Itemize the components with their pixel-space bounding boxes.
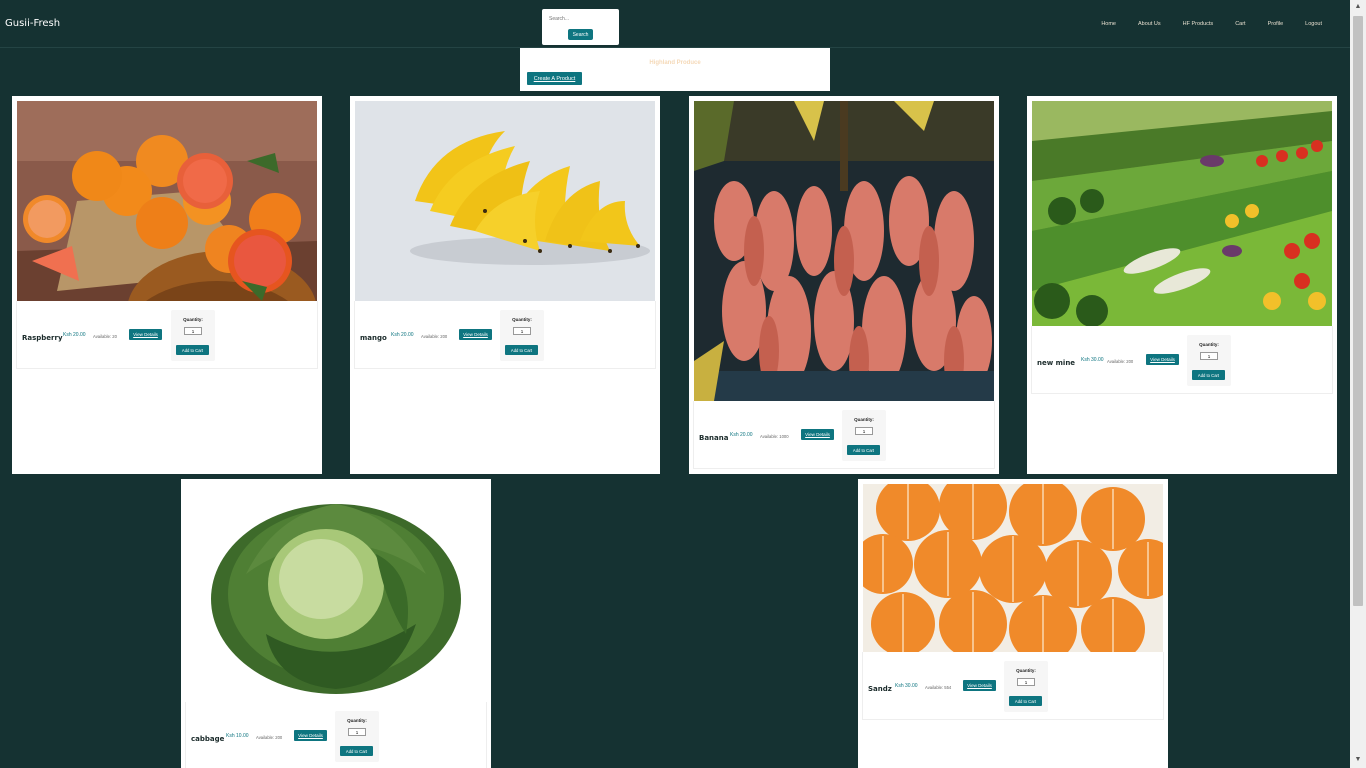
product-image <box>1032 101 1332 326</box>
quantity-label: Quantity: <box>183 317 203 322</box>
product-price: Ksh 10.00 <box>226 733 249 739</box>
add-to-cart-button[interactable]: Add to Cart <box>340 746 373 756</box>
add-to-cart-button[interactable]: Add to Cart <box>847 445 880 455</box>
brand-logo[interactable]: Gusii-Fresh <box>5 18 60 29</box>
product-card: Banana Ksh 20.00 Available: 1000 View De… <box>689 96 999 474</box>
product-image <box>863 484 1163 652</box>
product-price: Ksh 30.00 <box>1081 357 1104 363</box>
quantity-input[interactable] <box>1200 352 1218 360</box>
quantity-input[interactable] <box>184 327 202 335</box>
product-name: Banana <box>699 434 729 442</box>
page-title: Highland Produce <box>649 60 701 66</box>
product-image <box>17 101 317 301</box>
product-availability: Available: 200 <box>256 735 283 740</box>
product-price: Ksh 20.00 <box>63 332 86 338</box>
product-card: Raspberry Ksh 20.00 Available: 20 View D… <box>12 96 322 474</box>
product-card: new mine Ksh 30.00 Available: 200 View D… <box>1027 96 1337 474</box>
nav-logout[interactable]: Logout <box>1305 21 1322 27</box>
add-to-cart-button[interactable]: Add to Cart <box>176 345 209 355</box>
add-to-cart-button[interactable]: Add to Cart <box>505 345 538 355</box>
quantity-box: Quantity: Add to Cart <box>842 410 886 461</box>
view-details-button[interactable]: View Details <box>963 680 996 691</box>
product-price: Ksh 20.00 <box>391 332 414 338</box>
view-details-button[interactable]: View Details <box>1146 354 1179 365</box>
create-product-button[interactable]: Create A Product <box>527 72 582 85</box>
product-card: cabbage Ksh 10.00 Available: 200 View De… <box>181 479 491 768</box>
quantity-box: Quantity: Add to Cart <box>335 711 379 762</box>
product-name: mango <box>360 334 387 342</box>
page-scrollbar[interactable]: ▲ ▼ <box>1350 0 1366 768</box>
scroll-down-arrow-icon[interactable]: ▼ <box>1354 756 1362 763</box>
product-image <box>186 484 486 702</box>
product-availability: Available: 200 <box>421 334 448 339</box>
product-card: mango Ksh 20.00 Available: 200 View Deta… <box>350 96 660 474</box>
scrollbar-thumb[interactable] <box>1353 16 1363 606</box>
product-name: new mine <box>1037 359 1076 367</box>
quantity-label: Quantity: <box>1016 668 1036 673</box>
product-info: new mine Ksh 30.00 Available: 200 View D… <box>1031 326 1333 394</box>
nav-cart[interactable]: Cart <box>1235 21 1245 27</box>
quantity-box: Quantity: Add to Cart <box>1187 335 1231 386</box>
nav-home[interactable]: Home <box>1101 21 1116 27</box>
view-details-button[interactable]: View Details <box>294 730 327 741</box>
product-name: Raspberry <box>22 334 63 342</box>
product-card: Sandz Ksh 30.00 Available: 554 View Deta… <box>858 479 1168 768</box>
product-info: Sandz Ksh 30.00 Available: 554 View Deta… <box>862 652 1164 720</box>
quantity-label: Quantity: <box>512 317 532 322</box>
product-availability: Available: 1000 <box>760 434 789 439</box>
add-to-cart-button[interactable]: Add to Cart <box>1009 696 1042 706</box>
quantity-label: Quantity: <box>854 417 874 422</box>
product-name: Sandz <box>868 685 892 693</box>
product-availability: Available: 200 <box>1107 359 1134 364</box>
quantity-box: Quantity: Add to Cart <box>500 310 544 361</box>
product-image <box>355 101 655 301</box>
quantity-input[interactable] <box>348 728 366 736</box>
scroll-up-arrow-icon[interactable]: ▲ <box>1354 3 1362 10</box>
product-price: Ksh 20.00 <box>730 432 753 438</box>
product-name: cabbage <box>191 735 225 743</box>
nav-links: Home About Us HF Products Cart Profile L… <box>1079 21 1322 27</box>
product-info: Banana Ksh 20.00 Available: 1000 View De… <box>693 401 995 469</box>
view-details-button[interactable]: View Details <box>801 429 834 440</box>
view-details-button[interactable]: View Details <box>129 329 162 340</box>
quantity-label: Quantity: <box>347 718 367 723</box>
nav-profile[interactable]: Profile <box>1268 21 1284 27</box>
product-availability: Available: 554 <box>925 685 952 690</box>
search-button[interactable]: Search <box>568 29 593 40</box>
product-info: cabbage Ksh 10.00 Available: 200 View De… <box>185 702 487 768</box>
product-price: Ksh 30.00 <box>895 683 918 689</box>
quantity-box: Quantity: Add to Cart <box>171 310 215 361</box>
product-info: mango Ksh 20.00 Available: 200 View Deta… <box>354 301 656 369</box>
add-to-cart-button[interactable]: Add to Cart <box>1192 370 1225 380</box>
quantity-label: Quantity: <box>1199 342 1219 347</box>
quantity-input[interactable] <box>1017 678 1035 686</box>
nav-about-us[interactable]: About Us <box>1138 21 1161 27</box>
quantity-box: Quantity: Add to Cart <box>1004 661 1048 712</box>
nav-hf-products[interactable]: HF Products <box>1183 21 1214 27</box>
navbar: Gusii-Fresh Home About Us HF Products Ca… <box>0 0 1350 48</box>
product-availability: Available: 20 <box>93 334 117 339</box>
product-image <box>694 101 994 401</box>
products-header-panel: Highland Produce Create A Product <box>520 48 830 91</box>
quantity-input[interactable] <box>513 327 531 335</box>
quantity-input[interactable] <box>855 427 873 435</box>
view-details-button[interactable]: View Details <box>459 329 492 340</box>
search-input[interactable] <box>546 13 615 25</box>
product-info: Raspberry Ksh 20.00 Available: 20 View D… <box>16 301 318 369</box>
